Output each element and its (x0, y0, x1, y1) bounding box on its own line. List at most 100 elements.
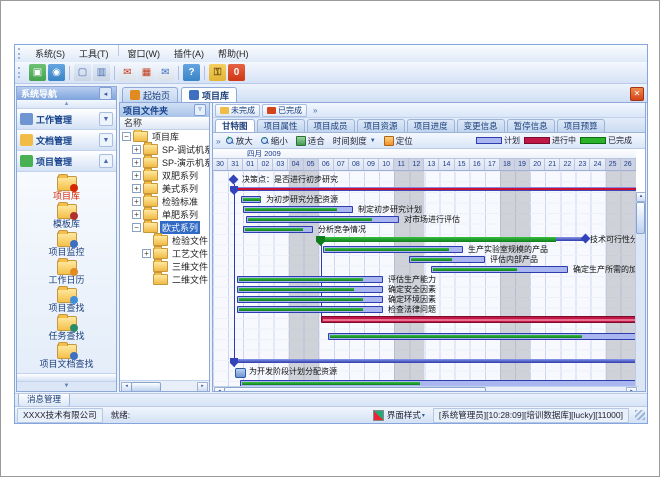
sidebar-item-项目库[interactable]: 项目库 (21, 175, 113, 203)
task-bar[interactable] (409, 256, 485, 263)
tree-expander-icon[interactable]: + (132, 158, 141, 167)
lock-icon[interactable]: ⚿ (209, 64, 226, 81)
summary-bar[interactable] (233, 359, 636, 363)
tree-column-header[interactable]: 名称 (120, 117, 209, 130)
tree-expander-icon[interactable]: + (132, 210, 141, 219)
sidebar-item-项目查找[interactable]: 项目查找 (21, 287, 113, 315)
gantt-vertical-scrollbar[interactable]: ▴ ▾ (635, 192, 645, 392)
help-icon[interactable]: ? (183, 64, 200, 81)
tree-node-二维文件[interactable]: 二维文件 (120, 273, 209, 286)
sidebar-item-任务查找[interactable]: 任务查找 (21, 315, 113, 343)
sidebar-partial-section[interactable] (17, 373, 116, 381)
tree-expander-icon[interactable]: + (132, 184, 141, 193)
tree-expander-icon[interactable]: + (132, 171, 141, 180)
filter-overflow-chevron[interactable]: » (313, 106, 317, 115)
tree-node-工艺文件[interactable]: +工艺文件 (120, 247, 209, 260)
sidebar-scroll-up-strip[interactable]: ▲ (17, 100, 116, 109)
tree-expander-icon[interactable]: + (132, 145, 141, 154)
sidebar-item-工作日历[interactable]: 工作日历 (21, 259, 113, 287)
timescale-dropdown[interactable]: 时间刻度 ▼ (330, 134, 379, 148)
calendar-icon[interactable]: ▦ (138, 64, 155, 81)
tree-node-美式系列[interactable]: +美式系列 (120, 182, 209, 195)
tree-node-SP-演示机系[interactable]: +SP-演示机系 (120, 156, 209, 169)
tree-node-检验标准[interactable]: +检验标准 (120, 195, 209, 208)
task-bar[interactable] (243, 206, 353, 213)
scroll-right-icon[interactable]: ▸ (626, 387, 637, 392)
gantt-tab-甘特图[interactable]: 甘特图 (215, 119, 255, 132)
resize-grip[interactable] (635, 410, 645, 420)
tree-node-单肥系列[interactable]: +单肥系列 (120, 208, 209, 221)
tree-expander-icon[interactable]: + (142, 249, 151, 258)
logout-icon[interactable]: 0 (228, 64, 245, 81)
gantt-tab-项目进度[interactable]: 项目进度 (407, 119, 455, 132)
menu-item-3[interactable]: 插件(A) (167, 45, 211, 62)
tree-expander-icon[interactable]: + (132, 197, 141, 206)
zoom-out-button[interactable]: − 缩小 (258, 134, 291, 148)
message-icon[interactable]: ✉ (157, 64, 174, 81)
tree-node-SP-调试机系[interactable]: +SP-调试机系 (120, 143, 209, 156)
zoom-in-button[interactable]: + 放大 (223, 134, 256, 148)
menu-item-0[interactable]: 系统(S) (28, 45, 72, 62)
gantt-tab-暂停信息[interactable]: 暂停信息 (507, 119, 555, 132)
gantt-tab-项目成员[interactable]: 项目成员 (307, 119, 355, 132)
filter-button-未完成[interactable]: 未完成 (215, 104, 260, 117)
task-bar[interactable] (323, 246, 463, 253)
gantt-tab-项目预算[interactable]: 项目预算 (557, 119, 605, 132)
system-icon[interactable]: ▣ (29, 64, 46, 81)
task-note-icon[interactable] (235, 368, 246, 378)
sidebar-section-工作管理[interactable]: 工作管理▼ (17, 109, 116, 130)
sidebar-scroll-down-strip[interactable]: ▼ (17, 381, 116, 391)
inprogress-bar[interactable] (321, 316, 636, 323)
gantt-tab-项目资源[interactable]: 项目资源 (357, 119, 405, 132)
sidebar-item-模板库[interactable]: 模板库 (21, 203, 113, 231)
filter-button-已完成[interactable]: 已完成 (262, 104, 307, 117)
sidebar-section-文档管理[interactable]: 文档管理▼ (17, 130, 116, 151)
fit-button[interactable]: 适合 (293, 134, 328, 148)
menu-item-4[interactable]: 帮助(H) (211, 45, 256, 62)
chevron-icon[interactable]: ▼ (99, 112, 113, 126)
gantt-tab-项目属性[interactable]: 项目属性 (257, 119, 305, 132)
task-bar[interactable] (237, 296, 383, 303)
scroll-up-icon[interactable]: ▴ (636, 192, 646, 202)
pin-icon[interactable]: ▿ (194, 104, 206, 116)
locate-button[interactable]: 定位 (381, 134, 416, 148)
task-bar[interactable] (241, 196, 261, 203)
scroll-right-icon[interactable]: ▸ (197, 382, 208, 392)
new-window-icon[interactable]: ▢ (74, 64, 91, 81)
tree-expander-icon[interactable]: − (132, 223, 141, 232)
summary-bar[interactable] (233, 187, 636, 191)
doc-tab-项目库[interactable]: 项目库 (181, 87, 237, 102)
cascade-window-icon[interactable]: ▥ (93, 64, 110, 81)
sidebar-collapse-button[interactable]: ◂ (99, 87, 112, 100)
task-bar[interactable] (237, 276, 383, 283)
task-bar[interactable] (237, 286, 383, 293)
task-bar[interactable] (328, 333, 636, 340)
toolbar-overflow-chevron[interactable]: » (216, 136, 221, 146)
doc-tab-起始页[interactable]: 起始页 (122, 87, 178, 102)
sidebar-item-项目监控[interactable]: 项目监控 (21, 231, 113, 259)
task-bar[interactable] (237, 306, 383, 313)
task-bar[interactable] (431, 266, 568, 273)
sidebar-item-项目文档查找[interactable]: 项目文档查找 (21, 343, 113, 371)
sidebar-section-项目管理[interactable]: 项目管理▲ (17, 151, 116, 172)
gantt-tab-变更信息[interactable]: 变更信息 (457, 119, 505, 132)
task-bar[interactable] (243, 226, 313, 233)
menu-item-2[interactable]: 窗口(W) (121, 45, 168, 62)
summary-done-bar[interactable] (320, 237, 556, 242)
tree-expander-icon[interactable]: − (122, 132, 131, 141)
tree-horizontal-scrollbar[interactable]: ◂ ▸ (120, 380, 209, 391)
tree-node-项目库[interactable]: −项目库 (120, 130, 209, 143)
tree-node-双肥系列[interactable]: +双肥系列 (120, 169, 209, 182)
task-bar[interactable] (246, 216, 399, 223)
close-tab-button[interactable]: ✕ (630, 87, 644, 101)
menu-item-1[interactable]: 工具(T) (72, 45, 116, 62)
chevron-icon[interactable]: ▼ (99, 133, 113, 147)
gantt-horizontal-scrollbar[interactable]: ◂ ▸ (213, 386, 638, 392)
chevron-icon[interactable]: ▲ (99, 154, 113, 168)
network-icon[interactable]: ◉ (48, 64, 65, 81)
interface-style-dropdown[interactable]: 界面样式 ▾ (368, 409, 430, 422)
tree-node-欧式系列[interactable]: −欧式系列 (120, 221, 209, 234)
milestone-diamond[interactable] (229, 175, 239, 185)
tree-node-检验文件[interactable]: 检验文件 (120, 234, 209, 247)
mail-icon[interactable]: ✉ (119, 64, 136, 81)
